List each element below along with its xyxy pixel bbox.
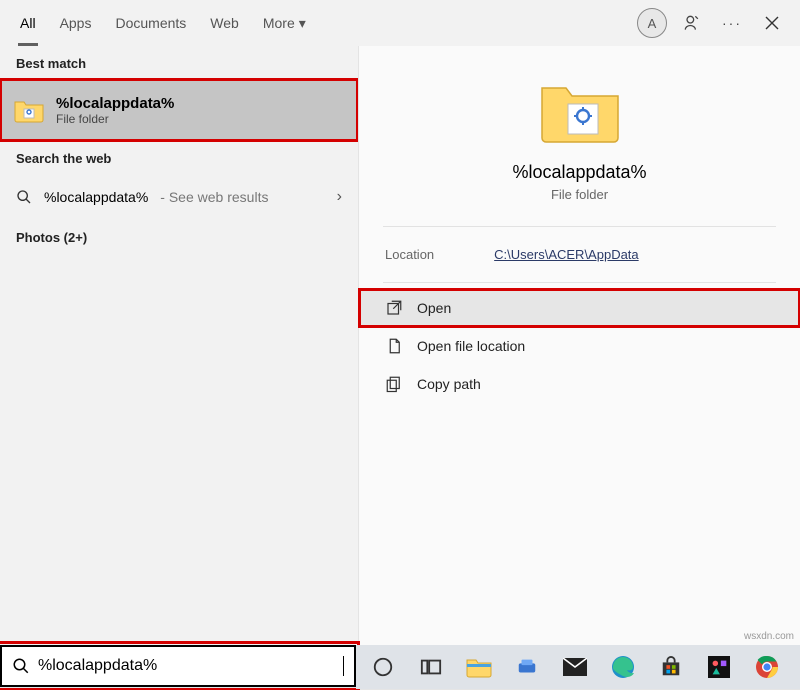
open-icon [385,299,403,317]
close-icon [765,16,779,30]
taskbar-edge[interactable] [606,650,640,684]
taskbar-store[interactable] [654,650,688,684]
open-location-icon [385,337,403,355]
divider [383,282,776,283]
location-path[interactable]: C:\Users\ACER\AppData [494,247,639,262]
action-open-location[interactable]: Open file location [359,327,800,365]
taskview-icon [420,658,442,676]
ellipsis-icon: ··· [722,15,742,31]
search-icon [16,189,32,205]
search-web-query: %localappdata% [44,189,148,205]
taskbar-app-2[interactable] [702,650,736,684]
tab-more-label: More [263,15,295,31]
preview-column: %localappdata% File folder Location C:\U… [358,46,800,645]
chevron-down-icon: ▾ [299,15,306,32]
location-label: Location [385,247,434,262]
search-web-hint: - See web results [160,189,268,205]
chevron-right-icon: › [337,188,342,206]
taskbar [356,645,800,689]
best-match-result[interactable]: %localappdata% File folder [0,79,358,141]
folder-large-icon [538,76,622,148]
chrome-icon [755,655,779,679]
preview-title: %localappdata% [512,162,646,183]
action-copy-path[interactable]: Copy path [359,365,800,403]
action-open[interactable]: Open [359,289,800,327]
best-match-sub: File folder [56,112,174,126]
search-icon [12,657,30,675]
action-copy-path-label: Copy path [417,376,481,392]
action-open-label: Open [417,300,451,316]
tab-apps[interactable]: Apps [48,0,104,46]
account-button[interactable]: A [632,3,672,43]
app2-icon [708,656,730,678]
best-match-title: %localappdata% [56,95,174,112]
app-icon [516,656,538,678]
preview-header: %localappdata% File folder [359,46,800,226]
watermark: wsxdn.com [744,631,794,642]
taskbar-chrome[interactable] [750,650,784,684]
photos-label: Photos (2+) [0,220,358,253]
tab-bar: All Apps Documents Web More ▾ A ··· [0,0,800,46]
results-column: Best match %localappdata% File folder Se… [0,46,358,645]
taskbar-cortana[interactable] [366,650,400,684]
search-panel: All Apps Documents Web More ▾ A ··· Best [0,0,800,645]
feedback-button[interactable] [672,3,712,43]
preview-sub: File folder [551,187,608,202]
search-input[interactable] [38,657,341,675]
search-web-result[interactable]: %localappdata% - See web results › [0,174,358,220]
best-match-label: Best match [0,46,358,79]
feedback-icon [682,13,702,33]
copy-icon [385,375,403,393]
close-button[interactable] [752,3,792,43]
taskbar-mail[interactable] [558,650,592,684]
more-options-button[interactable]: ··· [712,3,752,43]
mail-icon [563,658,587,676]
search-web-label: Search the web [0,141,358,174]
store-icon [660,656,682,678]
explorer-icon [466,656,492,678]
edge-icon [611,655,635,679]
taskbar-taskview[interactable] [414,650,448,684]
tab-documents[interactable]: Documents [103,0,198,46]
action-open-location-label: Open file location [417,338,525,354]
best-match-text: %localappdata% File folder [56,95,174,126]
text-caret [343,656,344,676]
taskbar-explorer[interactable] [462,650,496,684]
search-box[interactable] [0,645,356,687]
actions-list: Open Open file location Copy path [359,289,800,403]
tab-all[interactable]: All [8,0,48,46]
folder-icon [14,95,44,125]
circle-icon [372,656,394,678]
taskbar-app-1[interactable] [510,650,544,684]
tab-web[interactable]: Web [198,0,251,46]
tab-more[interactable]: More ▾ [251,0,318,46]
avatar: A [637,8,667,38]
location-row: Location C:\Users\ACER\AppData [359,227,800,282]
